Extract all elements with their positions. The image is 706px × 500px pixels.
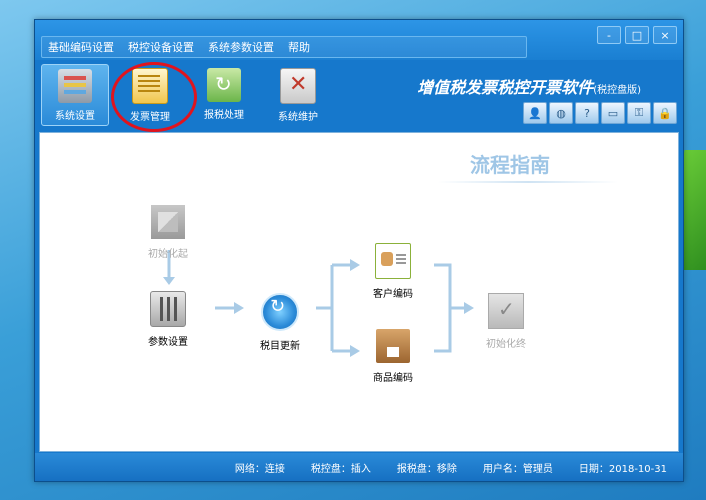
init-end-icon xyxy=(488,293,524,329)
toolbar-system-maintenance[interactable]: 系统维护 xyxy=(265,64,331,124)
toolbar-label: 系统维护 xyxy=(278,112,318,123)
highlight-circle xyxy=(111,62,197,132)
toolbar-tax-report[interactable]: 报税处理 xyxy=(191,64,257,124)
toolbar-label: 报税处理 xyxy=(204,110,244,121)
step-label: 商品编码 xyxy=(373,373,413,384)
status-date: 日期：2018-10-31 xyxy=(578,463,667,475)
customer-code-icon xyxy=(375,243,411,279)
user-icon[interactable]: 👤 xyxy=(523,102,547,124)
status-report-disk: 报税盘：移除 xyxy=(396,463,457,475)
flow-connectors xyxy=(163,250,474,357)
step-goods-code[interactable]: 商品编码 xyxy=(373,329,413,384)
step-label: 初始化起 xyxy=(148,249,188,260)
app-title-text: 增值税发票税控开票软件 xyxy=(417,78,594,97)
help-icon[interactable]: ? xyxy=(575,102,599,124)
window-controls: - □ × xyxy=(597,26,677,44)
status-network: 网络：连接 xyxy=(234,463,285,475)
globe-icon[interactable]: ◍ xyxy=(549,102,573,124)
menu-device-settings[interactable]: 税控设备设置 xyxy=(128,39,194,55)
app-window: 基础编码设置 税控设备设置 系统参数设置 帮助 - □ × 系统设置 发票管理 … xyxy=(34,19,684,482)
window-icon[interactable]: ▭ xyxy=(601,102,625,124)
lock-icon[interactable]: 🔒 xyxy=(653,102,677,124)
menu-basic-coding[interactable]: 基础编码设置 xyxy=(48,39,114,55)
step-label: 客户编码 xyxy=(373,289,413,300)
step-label: 税目更新 xyxy=(260,341,300,352)
quick-icons: 👤 ◍ ? ▭ ⚿ 🔒 xyxy=(523,102,677,124)
toolbar-label: 系统设置 xyxy=(55,111,95,122)
step-label: 初始化终 xyxy=(486,339,526,350)
app-subtitle: (税控盘版) xyxy=(593,85,641,96)
param-setting-icon xyxy=(150,291,186,327)
step-param-setting[interactable]: 参数设置 xyxy=(148,291,188,348)
app-title: 增值税发票税控开票软件(税控盘版) xyxy=(417,74,641,98)
key-icon[interactable]: ⚿ xyxy=(627,102,651,124)
toolbar-system-settings[interactable]: 系统设置 xyxy=(41,64,109,126)
init-start-icon xyxy=(151,205,185,239)
status-user: 用户名：管理员 xyxy=(482,463,553,475)
tax-update-icon xyxy=(261,293,299,331)
tax-report-icon xyxy=(207,68,241,102)
step-tax-update[interactable]: 税目更新 xyxy=(260,293,300,352)
step-init-end: 初始化终 xyxy=(486,293,526,350)
status-bar: 网络：连接 税控盘：插入 报税盘：移除 用户名：管理员 日期：2018-10-3… xyxy=(35,453,683,481)
status-tax-disk: 税控盘：插入 xyxy=(310,463,371,475)
menu-system-params[interactable]: 系统参数设置 xyxy=(208,39,274,55)
step-init-start: 初始化起 xyxy=(148,205,188,260)
close-button[interactable]: × xyxy=(653,26,677,44)
goods-code-icon xyxy=(376,329,410,363)
minimize-button[interactable]: - xyxy=(597,26,621,44)
step-label: 参数设置 xyxy=(148,337,188,348)
system-maintenance-icon xyxy=(280,68,316,104)
title-bar: 基础编码设置 税控设备设置 系统参数设置 帮助 - □ × xyxy=(35,20,683,60)
step-customer-code[interactable]: 客户编码 xyxy=(373,243,413,300)
maximize-button[interactable]: □ xyxy=(625,26,649,44)
menu-bar: 基础编码设置 税控设备设置 系统参数设置 帮助 xyxy=(41,36,527,58)
menu-help[interactable]: 帮助 xyxy=(288,39,310,55)
flow-guide-panel: 流程指南 初始化起 参数设置 税目更新 xyxy=(39,132,679,452)
system-settings-icon xyxy=(58,69,92,103)
